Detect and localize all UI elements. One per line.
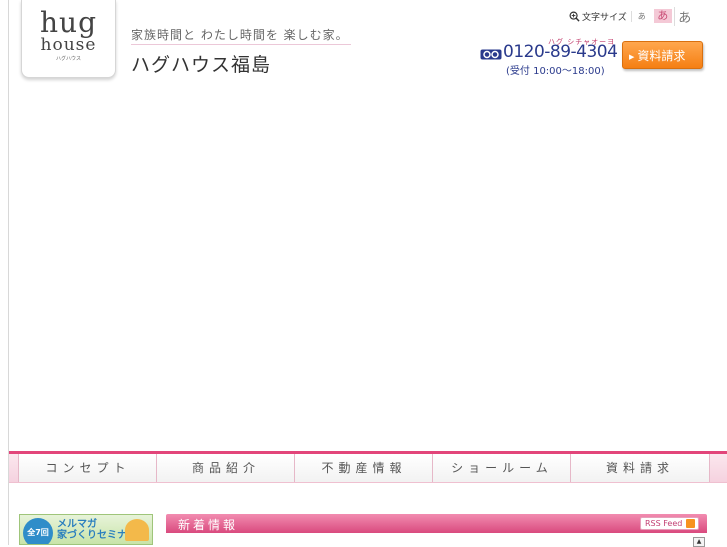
arrow-right-icon: ▶ [629, 53, 635, 61]
nav-item-real-estate[interactable]: 不動産情報 [294, 454, 434, 482]
rss-feed-button[interactable]: RSS Feed [640, 517, 699, 530]
nav-item-products[interactable]: 商品紹介 [156, 454, 296, 482]
request-materials-label: 資料請求 [637, 49, 686, 63]
font-size-label: 文字サイズ [582, 12, 627, 23]
news-title: 新着情報 [178, 518, 239, 532]
zoom-icon [569, 11, 580, 22]
site-tagline: 家族時間と わたし時間を 楽しむ家。 [131, 28, 349, 42]
news-header: 新着情報 RSS Feed [166, 514, 707, 533]
rss-feed-label: RSS Feed [645, 519, 683, 528]
mail-magazine-seminar-banner[interactable]: 全7回 メルマガ 家づくりセミナー [19, 514, 153, 545]
font-size-large-button[interactable]: あ [673, 6, 695, 26]
banner-illustration [125, 519, 149, 541]
tagline-divider [131, 44, 351, 45]
nav-item-showroom[interactable]: ショールーム [432, 454, 572, 482]
request-materials-button[interactable]: ▶ 資料請求 [622, 41, 703, 69]
seminar-count-badge: 全7回 [23, 518, 53, 544]
nav-item-request[interactable]: 資料請求 [570, 454, 710, 482]
font-size-medium-button[interactable]: あ [653, 9, 672, 23]
main-navigation: コンセプト 商品紹介 不動産情報 ショールーム 資料請求 [9, 454, 727, 483]
scroll-up-arrow[interactable]: ▲ [693, 537, 705, 547]
font-size-switcher: 文字サイズ あ あ あ [569, 6, 695, 26]
free-dial-icon [480, 49, 502, 60]
nav-item-concept[interactable]: コンセプト [18, 454, 158, 482]
font-size-small-button[interactable]: あ [630, 10, 652, 22]
phone-number[interactable]: 0120-89-4304 [503, 42, 618, 62]
logo-text-kana: ハグハウス [55, 56, 81, 62]
phone-hours: (受付 10:00〜18:00) [506, 66, 605, 77]
site-title: ハグハウス福島 [131, 54, 272, 76]
logo-text-hug: hug [40, 6, 97, 39]
logo-text-house: house [40, 35, 97, 55]
hug-house-logo[interactable]: hug house ハグハウス [21, 0, 116, 78]
rss-icon [686, 519, 695, 528]
